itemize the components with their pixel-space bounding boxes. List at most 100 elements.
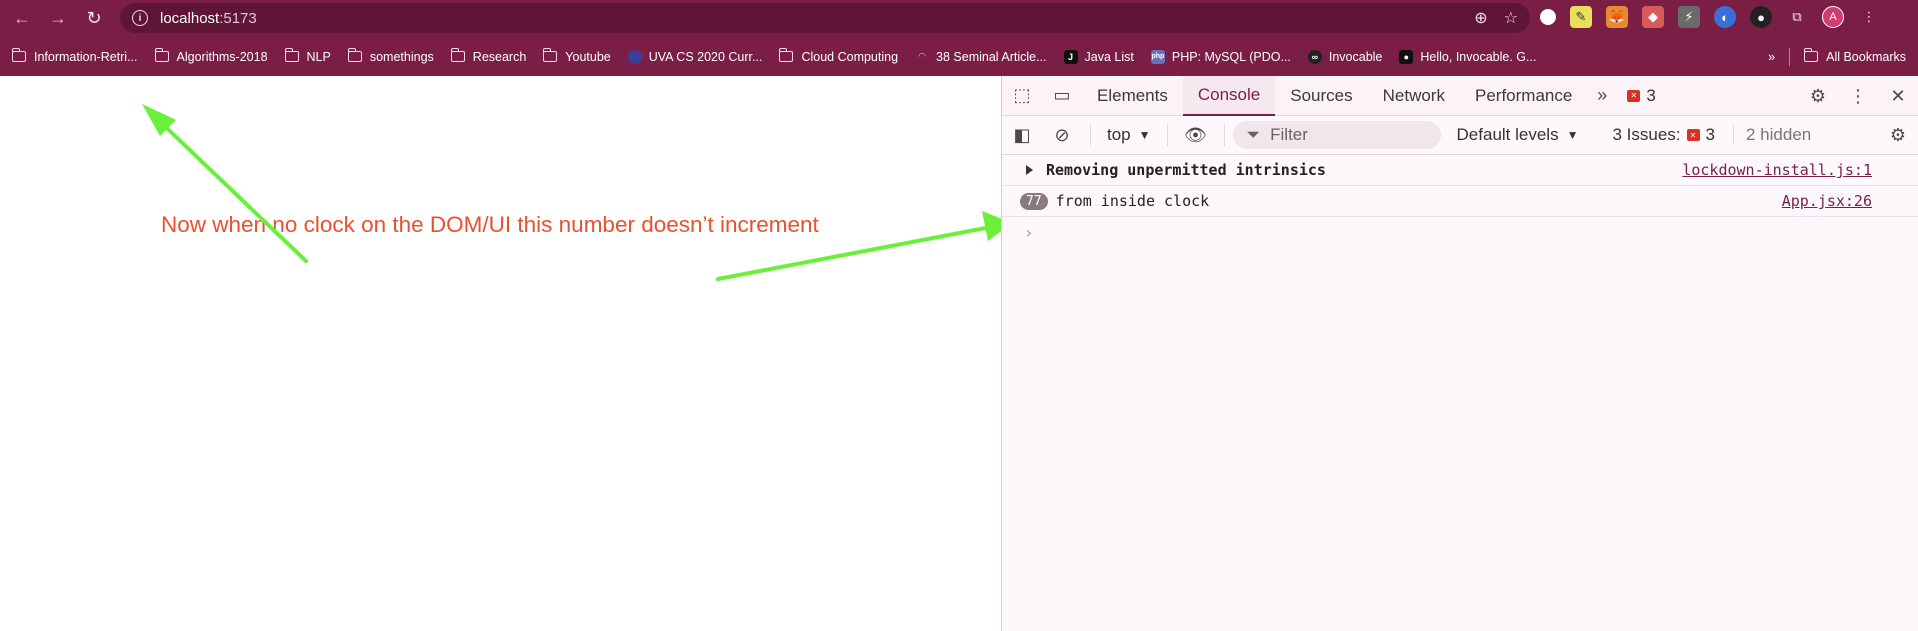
bookmark-folder[interactable]: Youtube bbox=[543, 48, 611, 64]
forward-button[interactable]: → bbox=[40, 0, 76, 37]
extension-icon[interactable]: ● bbox=[1750, 6, 1772, 28]
bookmark-folder[interactable]: Cloud Computing bbox=[779, 48, 899, 64]
filter-funnel-icon: ⏷ bbox=[1246, 125, 1261, 144]
divider bbox=[1166, 124, 1168, 146]
all-bookmarks-button[interactable]: All Bookmarks bbox=[1804, 48, 1906, 64]
bookmark-folder[interactable]: Research bbox=[450, 48, 527, 64]
more-vert-icon[interactable]: ⋮ bbox=[1858, 6, 1880, 28]
issues-label: 3 Issues: bbox=[1612, 125, 1681, 144]
close-icon[interactable]: ✕ bbox=[1878, 76, 1918, 116]
error-icon: ✕ bbox=[1686, 129, 1700, 141]
filter-placeholder: Filter bbox=[1270, 125, 1308, 144]
extension-icon[interactable]: 🦊 bbox=[1606, 6, 1628, 28]
extension-icon[interactable]: ◆ bbox=[1642, 6, 1664, 28]
error-count-badge[interactable]: ✕ 3 bbox=[1627, 85, 1656, 106]
filter-input[interactable]: ⏷ Filter bbox=[1232, 121, 1441, 149]
console-output: Removing unpermitted intrinsics lockdown… bbox=[1002, 155, 1918, 247]
log-source-link[interactable]: App.jsx:26 bbox=[1782, 192, 1872, 210]
bookmark-label: 38 Seminal Article... bbox=[936, 49, 1047, 64]
clear-console-icon[interactable]: ⊘ bbox=[1042, 115, 1082, 155]
folder-icon bbox=[347, 48, 362, 62]
zoom-icon[interactable]: ⊕ bbox=[1474, 8, 1487, 28]
console-toolbar: ◧ ⊘ top ▼ 👁 ⏷ Filter Default levels ▼ 3 … bbox=[1002, 116, 1918, 155]
console-prompt[interactable]: › bbox=[1002, 217, 1918, 247]
divider bbox=[1223, 124, 1225, 146]
bookmark-folder[interactable]: somethings bbox=[347, 48, 434, 64]
context-select[interactable]: top ▼ bbox=[1099, 125, 1159, 145]
more-vert-icon[interactable]: ⋮ bbox=[1838, 76, 1878, 116]
puzzle-icon[interactable]: ⧉ bbox=[1786, 6, 1808, 28]
context-label: top bbox=[1107, 125, 1131, 144]
log-message: Removing unpermitted intrinsics bbox=[1046, 161, 1326, 179]
php-favicon-icon: php bbox=[1150, 49, 1165, 64]
bookmark-label: somethings bbox=[369, 49, 434, 64]
repeat-count-badge: 77 bbox=[1020, 192, 1048, 210]
console-settings-gear-icon[interactable]: ⚙ bbox=[1878, 115, 1918, 155]
bookmark-label: Algorithms-2018 bbox=[176, 49, 268, 64]
address-bar[interactable]: i localhost:5173 ⊕ ☆ bbox=[120, 3, 1530, 33]
console-log-row[interactable]: Removing unpermitted intrinsics lockdown… bbox=[1002, 155, 1918, 186]
bookmark-label: Youtube bbox=[565, 49, 611, 64]
tab-console[interactable]: Console bbox=[1182, 75, 1276, 116]
error-icon: ✕ bbox=[1627, 89, 1641, 102]
tab-performance[interactable]: Performance bbox=[1460, 76, 1587, 116]
tab-sources[interactable]: Sources bbox=[1275, 76, 1367, 116]
eye-icon[interactable]: 👁 bbox=[1176, 115, 1216, 155]
bookmark-label: Java List bbox=[1084, 49, 1134, 64]
tab-elements[interactable]: Elements bbox=[1082, 76, 1183, 116]
error-count: 3 bbox=[1646, 85, 1656, 105]
bookmark-folder[interactable]: Algorithms-2018 bbox=[154, 48, 268, 64]
inspect-element-icon[interactable]: ⬚ bbox=[1002, 76, 1042, 116]
folder-icon bbox=[1804, 48, 1819, 62]
extension-icon[interactable] bbox=[1540, 9, 1556, 25]
dropdown-arrow-icon: ▼ bbox=[1138, 128, 1151, 142]
chevron-double-right-icon[interactable]: » bbox=[1768, 50, 1775, 64]
site-info-icon[interactable]: i bbox=[132, 10, 148, 26]
back-button[interactable]: ← bbox=[4, 0, 40, 37]
levels-label: Default levels bbox=[1456, 125, 1559, 144]
bookmark-link[interactable]: ● Hello, Invocable. G... bbox=[1399, 49, 1537, 64]
bookmark-link[interactable]: php PHP: MySQL (PDO... bbox=[1150, 49, 1291, 64]
bookmark-link[interactable]: ∞ Invocable bbox=[1307, 49, 1383, 64]
extensions-area: ✎ 🦊 ◆ ⚡ ◐ ● ⧉ A ⋮ bbox=[1540, 6, 1880, 28]
divider bbox=[1090, 124, 1091, 146]
device-toolbar-icon[interactable]: ▭ bbox=[1042, 76, 1082, 116]
uva-favicon-icon bbox=[627, 49, 642, 64]
folder-icon bbox=[284, 48, 299, 62]
bookmark-link[interactable]: UVA CS 2020 Curr... bbox=[627, 49, 762, 64]
browser-toolbar: ← → ↻ i localhost:5173 ⊕ ☆ ✎ 🦊 ◆ ⚡ ◐ ● ⧉… bbox=[0, 0, 1918, 37]
console-log-row[interactable]: 77 from inside clock App.jsx:26 bbox=[1002, 186, 1918, 217]
wifi-favicon-icon: ◠ bbox=[918, 51, 926, 61]
extension-icon[interactable]: ✎ bbox=[1570, 6, 1592, 28]
expand-triangle-icon[interactable] bbox=[1026, 165, 1033, 175]
more-tabs-chevron-icon[interactable]: » bbox=[1587, 76, 1617, 116]
bookmark-star-icon[interactable]: ☆ bbox=[1504, 8, 1518, 28]
url-host: localhost bbox=[160, 9, 220, 27]
bookmark-folder[interactable]: NLP bbox=[284, 48, 331, 64]
reload-button[interactable]: ↻ bbox=[76, 0, 112, 37]
sidebar-toggle-icon[interactable]: ◧ bbox=[1002, 115, 1042, 155]
bookmarks-bar: Information-Retri... Algorithms-2018 NLP… bbox=[0, 37, 1918, 76]
bookmark-link[interactable]: ◠ 38 Seminal Article... bbox=[915, 49, 1047, 64]
bookmark-label: PHP: MySQL (PDO... bbox=[1171, 49, 1291, 64]
bookmark-label: Cloud Computing bbox=[801, 49, 899, 64]
settings-gear-icon[interactable]: ⚙ bbox=[1798, 76, 1838, 116]
divider bbox=[1789, 47, 1791, 66]
tab-network[interactable]: Network bbox=[1368, 76, 1460, 116]
url-port: :5173 bbox=[219, 9, 257, 27]
bookmark-folder[interactable]: Information-Retri... bbox=[12, 48, 138, 64]
log-source-link[interactable]: lockdown-install.js:1 bbox=[1682, 161, 1872, 179]
avatar[interactable]: A bbox=[1822, 6, 1844, 28]
extension-icon[interactable]: ⚡ bbox=[1678, 6, 1700, 28]
log-levels-select[interactable]: Default levels ▼ bbox=[1457, 125, 1579, 145]
issues-button[interactable]: 3 Issues: ✕ 3 bbox=[1612, 125, 1715, 145]
bookmark-label: Invocable bbox=[1328, 49, 1383, 64]
folder-icon bbox=[450, 48, 465, 62]
extension-icon[interactable]: ◐ bbox=[1714, 6, 1736, 28]
bookmark-link[interactable]: J Java List bbox=[1063, 49, 1134, 64]
folder-icon bbox=[12, 48, 26, 62]
medium-favicon-icon: ● bbox=[1399, 49, 1414, 64]
bookmark-label: Research bbox=[472, 49, 527, 64]
bookmark-label: Hello, Invocable. G... bbox=[1420, 49, 1537, 64]
dropdown-arrow-icon: ▼ bbox=[1566, 128, 1579, 142]
